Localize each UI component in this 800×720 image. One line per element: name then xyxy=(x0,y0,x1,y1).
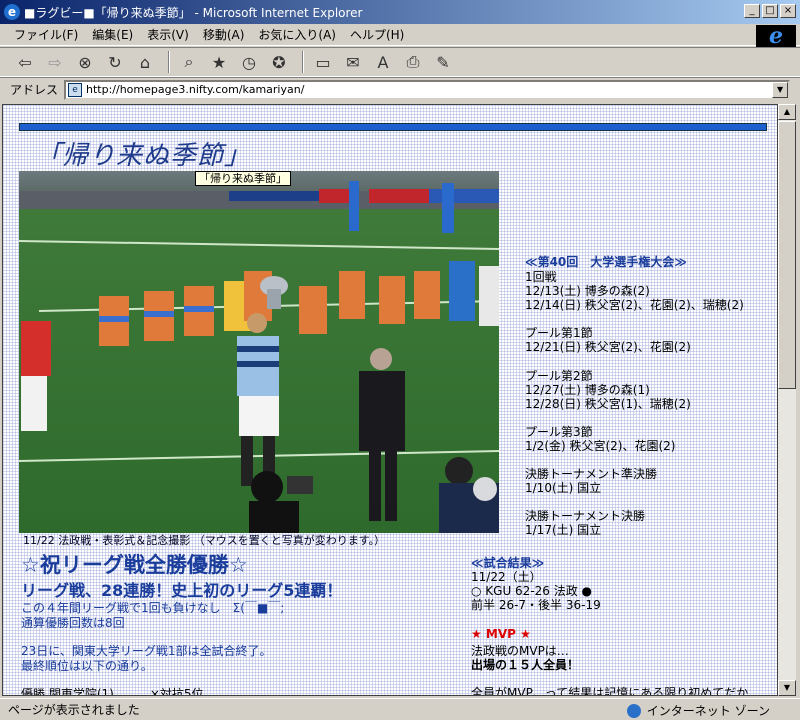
address-dropdown-icon[interactable]: ▼ xyxy=(772,81,789,98)
title-bar: e ■ラグビー■「帰り来ぬ季節」 - Microsoft Internet Ex… xyxy=(0,0,800,24)
schedule-line: 1/10(土) 国立 xyxy=(525,481,602,495)
standings-first: 優勝 関東学院(1) ×対抗5位 xyxy=(21,687,204,696)
menu-go[interactable]: 移動(A) xyxy=(203,26,245,43)
subheadline: リーグ戦、28連勝！史上初のリーグ5連覇！ xyxy=(21,581,343,600)
internet-zone-icon xyxy=(626,703,641,718)
header-rule xyxy=(19,123,767,131)
address-label: アドレス xyxy=(10,83,59,97)
menu-favorites[interactable]: お気に入り(A) xyxy=(258,26,336,43)
font-size-icon[interactable]: A xyxy=(370,50,396,74)
page-icon: e xyxy=(68,82,83,97)
fullscreen-icon[interactable]: ▭ xyxy=(310,50,336,74)
maximize-button[interactable]: □ xyxy=(762,4,778,18)
menu-help[interactable]: ヘルプ(H) xyxy=(350,26,404,43)
home-icon[interactable]: ⌂ xyxy=(132,50,158,74)
mvp-line: 全員がMVP、って結果は記憶にある限り初めてだか xyxy=(471,686,749,696)
stop-icon[interactable]: ⊗ xyxy=(72,50,98,74)
ie-app-icon: e xyxy=(4,4,20,20)
address-input[interactable]: e http://homepage3.nifty.com/kamariyan/ … xyxy=(64,79,791,100)
standings-intro-line: 最終順位は以下の通り。 xyxy=(21,659,153,673)
mvp-line: 出場の１５人全員！ xyxy=(471,658,580,672)
status-text: ページが表示されました xyxy=(8,703,140,717)
menu-edit[interactable]: 編集(E) xyxy=(92,26,133,43)
scroll-down-icon[interactable]: ▼ xyxy=(778,680,796,696)
history-icon[interactable]: ◷ xyxy=(236,50,262,74)
address-bar: アドレス e http://homepage3.nifty.com/kamari… xyxy=(0,77,800,101)
schedule-line: 12/28(日) 秩父宮(1)、瑞穂(2) xyxy=(525,397,691,411)
status-bar: ページが表示されました インターネット ゾーン xyxy=(0,698,800,720)
address-url[interactable]: http://homepage3.nifty.com/kamariyan/ xyxy=(86,83,304,96)
team-photo[interactable] xyxy=(19,171,499,533)
result-halves: 前半 26-7・後半 36-19 xyxy=(471,598,601,612)
schedule-line: 1/2(金) 秩父宮(2)、花園(2) xyxy=(525,439,676,453)
schedule-line: 12/14(日) 秩父宮(2)、花園(2)、瑞穂(2) xyxy=(525,298,744,312)
refresh-icon[interactable]: ↻ xyxy=(102,50,128,74)
forward-icon[interactable]: ⇨ xyxy=(42,50,68,74)
back-icon[interactable]: ⇦ xyxy=(12,50,38,74)
photo-caption: 11/22 法政戦・表彰式＆記念撮影 （マウスを置くと写真が変わります。） xyxy=(23,534,386,547)
page-viewport: 「帰り来ぬ季節」 「帰り来ぬ季節」 11/22 法政戦・表彰式＆記念撮影 （マウ… xyxy=(2,104,778,696)
menu-view[interactable]: 表示(V) xyxy=(147,26,189,43)
toolbar: ⇦ ⇨ ⊗ ↻ ⌂ ⌕ ★ ◷ ✪ ▭ ✉ A ⎙ ✎ xyxy=(0,47,800,77)
mail-icon[interactable]: ✉ xyxy=(340,50,366,74)
menu-bar: ファイル(F) 編集(E) 表示(V) 移動(A) お気に入り(A) ヘルプ(H… xyxy=(0,24,800,46)
print-icon[interactable]: ⎙ xyxy=(400,50,426,74)
menu-file[interactable]: ファイル(F) xyxy=(14,26,78,43)
headline: ☆祝リーグ戦全勝優勝☆ xyxy=(21,553,248,577)
zone-text: インターネット ゾーン xyxy=(646,704,770,718)
vertical-scrollbar[interactable]: ▲ ▼ xyxy=(778,104,796,696)
channels-icon[interactable]: ✪ xyxy=(266,50,292,74)
scroll-up-icon[interactable]: ▲ xyxy=(778,104,796,120)
scroll-thumb[interactable] xyxy=(778,121,796,389)
window-title: ■ラグビー■「帰り来ぬ季節」 - Microsoft Internet Expl… xyxy=(24,5,363,20)
ie-throbber-logo: e xyxy=(756,25,796,47)
favorites-icon[interactable]: ★ xyxy=(206,50,232,74)
schedule-line: 1/17(土) 国立 xyxy=(525,523,602,537)
edit-icon[interactable]: ✎ xyxy=(430,50,456,74)
photo-tooltip: 「帰り来ぬ季節」 xyxy=(195,171,291,186)
minimize-button[interactable]: _ xyxy=(744,4,760,18)
close-button[interactable]: × xyxy=(780,4,796,18)
title-count-line: 通算優勝回数は8回 xyxy=(21,616,125,630)
mvp-heading: ★ MVP ★ xyxy=(471,627,531,641)
page-title: 「帰り来ぬ季節」 xyxy=(35,141,252,171)
search-icon[interactable]: ⌕ xyxy=(176,50,202,74)
schedule-line: 12/21(日) 秩父宮(2)、花園(2) xyxy=(525,340,691,354)
